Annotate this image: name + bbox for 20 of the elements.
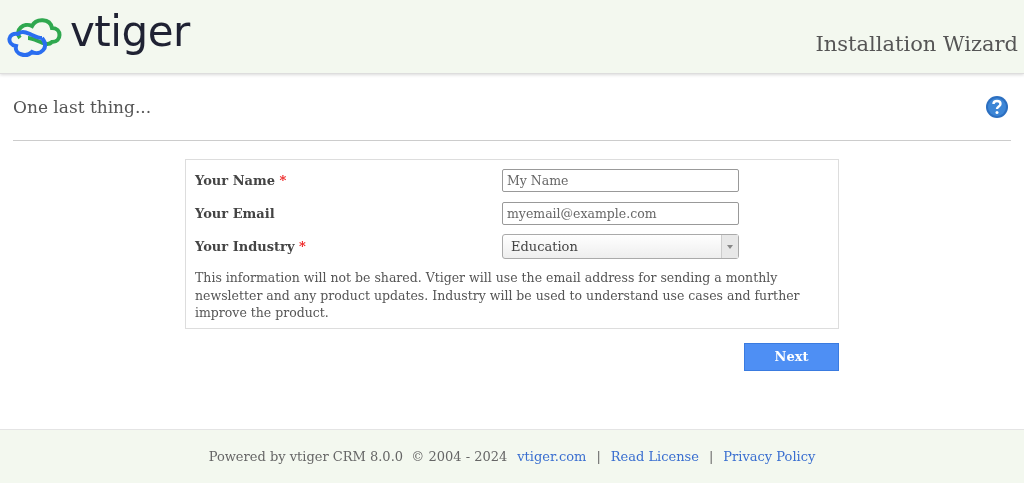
footer-link[interactable]: vtiger.com (517, 449, 587, 464)
footer-link[interactable]: Privacy Policy (723, 449, 816, 464)
page-heading: One last thing... (13, 97, 152, 117)
input-field[interactable]: My Name (502, 169, 739, 192)
industry-select[interactable]: Education (502, 234, 739, 259)
footer-separator: | (708, 449, 714, 464)
footer-link[interactable]: Read License (610, 449, 699, 464)
cloud-logo-icon (6, 15, 64, 58)
next-button[interactable]: Next (744, 342, 839, 371)
field-label: Your Name * (195, 173, 288, 188)
caret-icon (727, 244, 733, 249)
field-label: Your Email (195, 206, 276, 221)
footer-separator: | (596, 449, 601, 464)
logo-text: vtiger (70, 7, 190, 56)
privacy-note: This information will not be shared. Vtiger will use the email address for sending a monthly newsletter and any product updates. Industry will be used to understand use cases and further improve the product. (195, 269, 801, 322)
field-label: Your Industry * (195, 239, 307, 254)
wizard-title: Installation Wizard (815, 31, 1018, 56)
help-icon[interactable] (985, 95, 1009, 119)
input-field[interactable]: myemail@example.com (502, 202, 739, 225)
footer-text: Powered by vtiger CRM 8.0.0 © 2004 - 2024 (208, 449, 508, 464)
